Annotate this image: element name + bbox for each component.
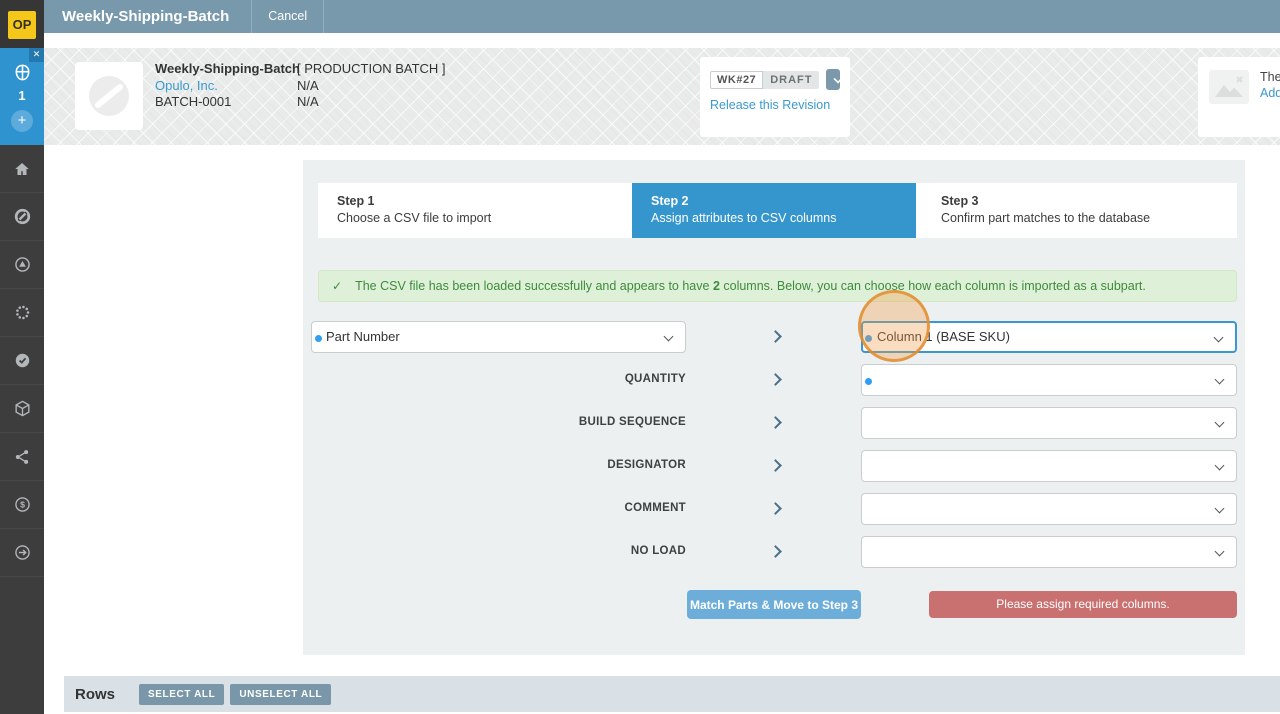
sidebar: ✕ 1 + $ — [0, 48, 44, 714]
column-select-designator[interactable] — [861, 450, 1237, 482]
sidebar-item-inventory[interactable] — [0, 385, 44, 433]
arrow-right-icon — [769, 502, 782, 515]
step-indicator: Step 1 Choose a CSV file to import Step … — [318, 183, 1237, 238]
sidebar-item-home[interactable] — [0, 145, 44, 193]
cube-icon — [13, 399, 32, 418]
opulo-logo-icon — [13, 207, 32, 226]
sidebar-item-quality[interactable] — [0, 337, 44, 385]
match-parts-button[interactable]: Match Parts & Move to Step 3 — [687, 590, 861, 619]
sidebar-item-logout[interactable] — [0, 529, 44, 577]
mapping-row-build-sequence: BUILD SEQUENCE — [303, 407, 1245, 439]
step-2-active: Step 2 Assign attributes to CSV columns — [632, 183, 916, 238]
step-1: Step 1 Choose a CSV file to import — [318, 183, 632, 238]
certified-badge-icon — [13, 351, 32, 370]
sidebar-item-share[interactable] — [0, 433, 44, 481]
part-header-strip: Weekly-Shipping-Batch Opulo, Inc. BATCH-… — [44, 48, 1280, 145]
success-alert: ✓ The CSV file has been loaded successfu… — [318, 270, 1237, 302]
mapping-row-quantity: QUANTITY — [303, 364, 1245, 396]
column-select-part-number[interactable]: Column 1 (BASE SKU) — [861, 321, 1237, 353]
home-icon — [13, 160, 31, 178]
close-icon[interactable]: ✕ — [29, 48, 44, 62]
arrow-right-icon — [769, 459, 782, 472]
revision-card: WK#27 DRAFT Release this Revision — [700, 57, 850, 137]
part-number: BATCH-0001 — [155, 94, 300, 111]
mapping-row-comment: COMMENT — [303, 493, 1245, 525]
mapping-row-designator: DESIGNATOR — [303, 450, 1245, 482]
rows-title: Rows — [75, 686, 115, 703]
arrow-right-icon — [769, 416, 782, 429]
revision-badge: WK#27 — [710, 71, 763, 89]
top-bar: Weekly-Shipping-Batch Cancel — [44, 0, 1280, 33]
sidebar-item-active-batch[interactable]: ✕ 1 + — [0, 48, 44, 145]
mapping-row-no-load: NO LOAD — [303, 536, 1245, 568]
csv-import-panel: Step 1 Choose a CSV file to import Step … — [303, 160, 1245, 655]
company-link[interactable]: Opulo, Inc. — [155, 78, 218, 93]
status-badge: DRAFT — [763, 71, 819, 89]
image-placeholder-icon — [1208, 69, 1250, 105]
check-icon: ✓ — [332, 279, 342, 293]
logo-block: OP — [0, 0, 44, 48]
chevron-down-icon — [1215, 461, 1225, 471]
dots-circle-icon — [13, 303, 32, 322]
sidebar-item-opulo[interactable] — [0, 193, 44, 241]
sidebar-item-changes[interactable] — [0, 241, 44, 289]
rows-section-header: Rows SELECT ALL UNSELECT ALL — [64, 676, 1280, 712]
chevron-down-icon — [1215, 504, 1225, 514]
attribute-select-part-number[interactable]: Part Number — [311, 321, 686, 353]
arrow-right-icon — [769, 373, 782, 386]
required-dot — [315, 335, 322, 342]
dollar-circle-icon: $ — [13, 495, 32, 514]
error-banner: Please assign required columns. — [929, 591, 1237, 618]
release-revision-link[interactable]: Release this Revision — [710, 98, 840, 112]
unselect-all-button[interactable]: UNSELECT ALL — [230, 684, 331, 705]
mapping-row-part-number: Part Number Column 1 (BASE SKU) — [303, 321, 1245, 353]
part-thumbnail — [75, 62, 143, 130]
sidebar-count-badge: 1 — [0, 88, 44, 103]
field-na-2: N/A — [297, 94, 446, 111]
svg-text:$: $ — [20, 500, 25, 510]
required-dot — [865, 335, 872, 342]
column-select-build-sequence[interactable] — [861, 407, 1237, 439]
select-all-button[interactable]: SELECT ALL — [139, 684, 224, 705]
column-select-no-load[interactable] — [861, 536, 1237, 568]
chevron-down-icon — [1215, 547, 1225, 557]
part-name: Weekly-Shipping-Batch — [155, 61, 300, 78]
batch-mask-icon — [13, 63, 32, 87]
column-select-comment[interactable] — [861, 493, 1237, 525]
chevron-down-icon — [834, 74, 843, 83]
arrow-right-icon — [769, 545, 782, 558]
opulo-app-logo[interactable]: OP — [8, 11, 36, 39]
part-type-label: [ PRODUCTION BATCH ] — [297, 61, 446, 78]
revision-dropdown-button[interactable] — [826, 69, 840, 90]
arrow-right-icon — [769, 330, 782, 343]
add-button[interactable]: + — [11, 110, 33, 132]
add-image-link[interactable]: Add — [1260, 86, 1280, 100]
images-card: There Add — [1198, 57, 1280, 137]
share-icon — [13, 448, 31, 466]
column-select-quantity[interactable] — [861, 364, 1237, 396]
app-window: Weekly-Shipping-Batch Cancel OP ✕ 1 + — [0, 0, 1280, 714]
play-circle-icon — [13, 255, 32, 274]
step-3: Step 3 Confirm part matches to the datab… — [916, 183, 1237, 238]
field-na-1: N/A — [297, 78, 446, 95]
cancel-button[interactable]: Cancel — [251, 0, 324, 33]
page-title: Weekly-Shipping-Batch — [44, 8, 251, 25]
sidebar-item-pricing[interactable]: $ — [0, 481, 44, 529]
sidebar-item-parts[interactable] — [0, 289, 44, 337]
arrow-right-circle-icon — [13, 543, 32, 562]
images-text-partial: There — [1260, 69, 1280, 85]
chevron-down-icon — [1215, 418, 1225, 428]
chevron-down-icon — [1215, 375, 1225, 385]
placeholder-logo-icon — [87, 74, 131, 118]
required-dot — [865, 378, 872, 385]
